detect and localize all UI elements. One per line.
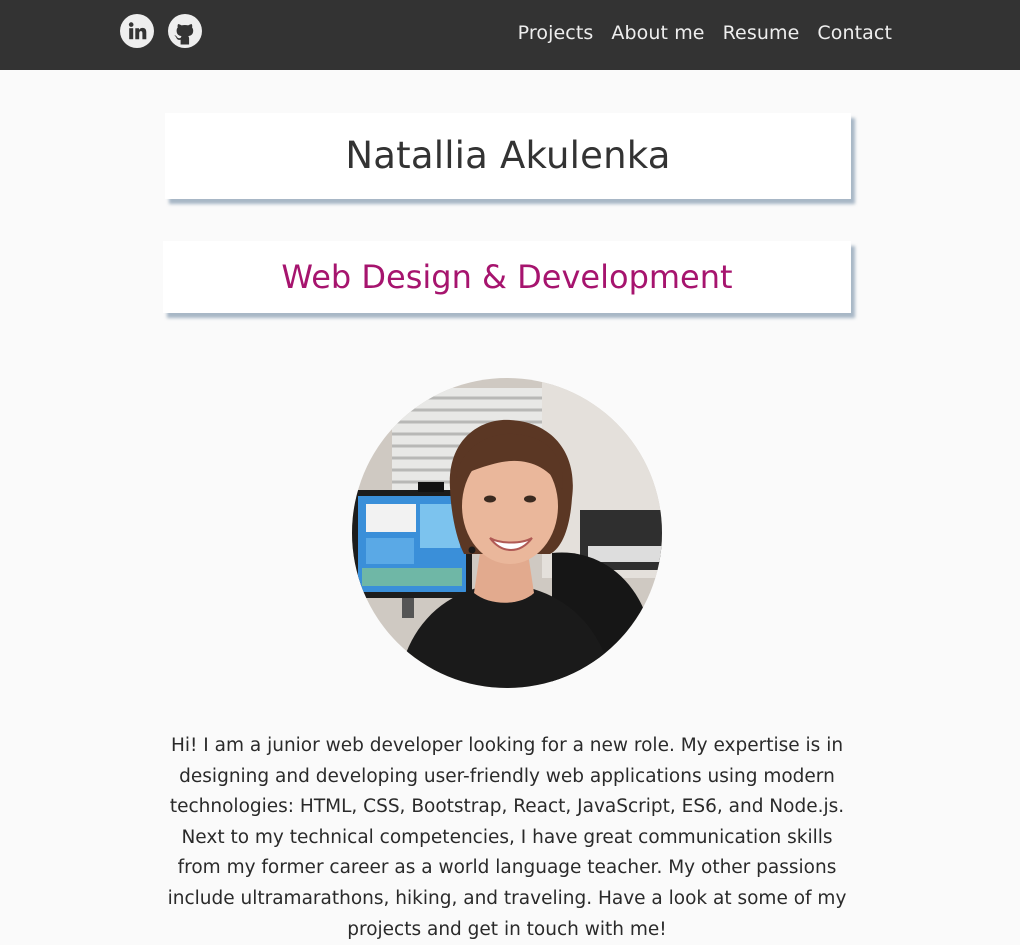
nav-link-about-me[interactable]: About me — [611, 20, 704, 46]
role-subtitle: Web Design & Development — [281, 258, 733, 296]
nav-link-contact[interactable]: Contact — [817, 20, 892, 46]
top-navbar: Projects About me Resume Contact — [0, 0, 1020, 70]
nav-link-projects[interactable]: Projects — [518, 20, 594, 46]
github-icon[interactable] — [168, 14, 202, 48]
name-card: Natallia Akulenka — [165, 113, 851, 199]
page-title: Natallia Akulenka — [345, 134, 671, 177]
linkedin-icon[interactable] — [120, 14, 154, 48]
role-card: Web Design & Development — [163, 241, 851, 313]
nav-link-resume[interactable]: Resume — [723, 20, 800, 46]
social-icons — [120, 14, 202, 48]
profile-photo — [352, 378, 662, 688]
nav-links: Projects About me Resume Contact — [518, 20, 892, 46]
bio-paragraph: Hi! I am a junior web developer looking … — [167, 735, 847, 940]
